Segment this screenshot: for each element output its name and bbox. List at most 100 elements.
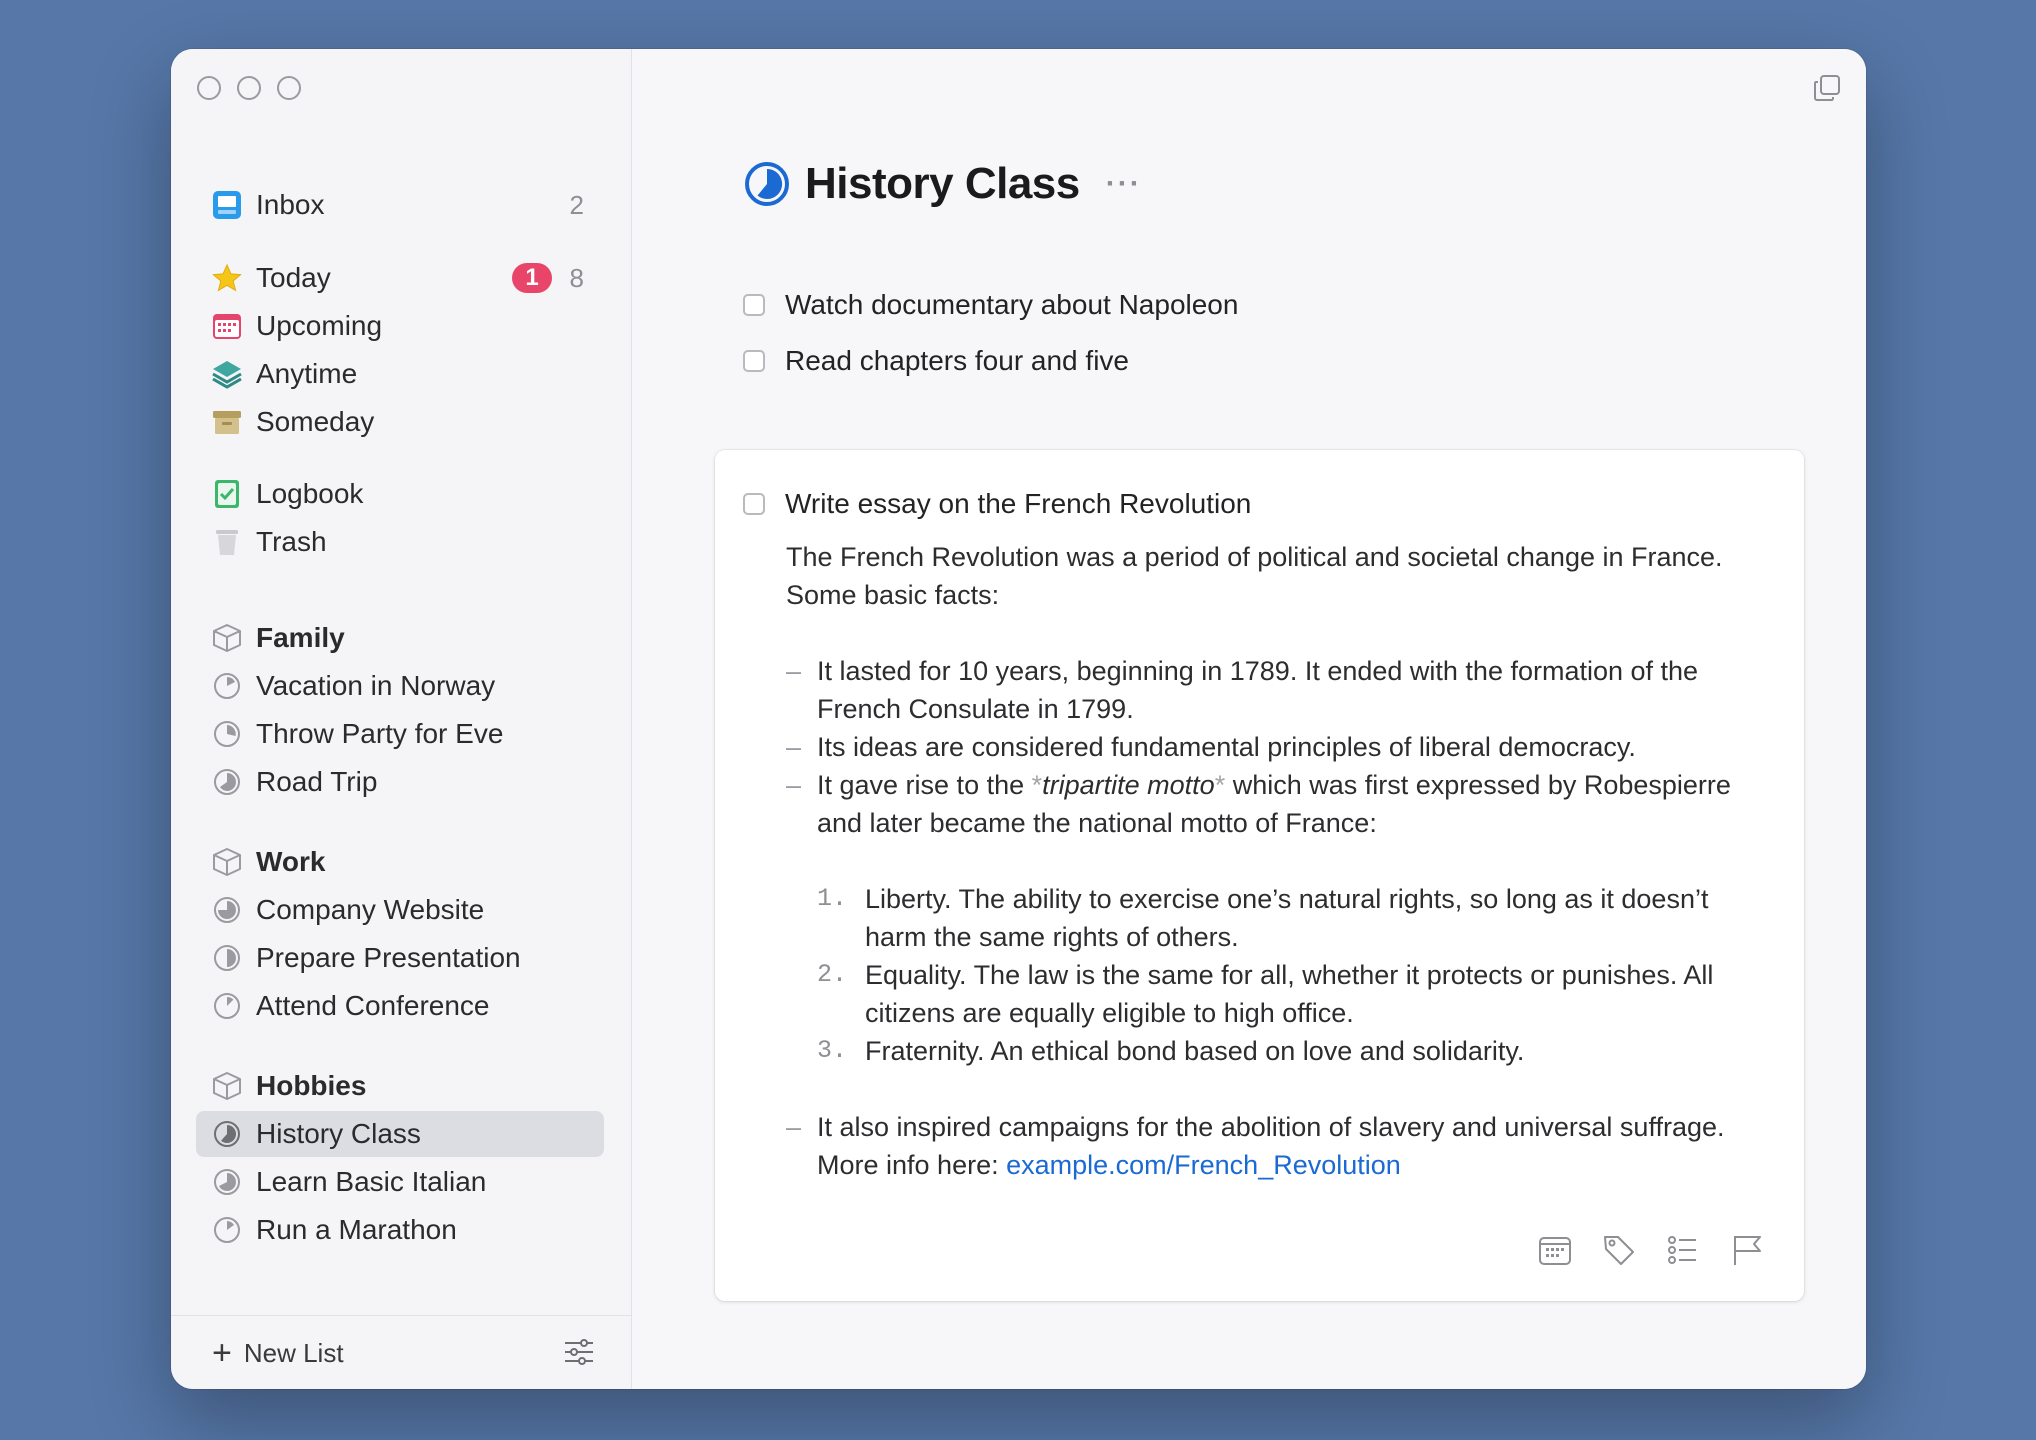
sidebar-item-label: Road Trip [256,766,378,797]
area-cube-icon [212,623,242,653]
sidebar-item-inbox[interactable]: Inbox 2 [196,182,604,228]
sidebar-item-someday[interactable]: Someday [196,399,604,445]
sidebar-item-label: Trash [256,526,327,557]
inbox-count: 2 [569,189,584,220]
close-window-button[interactable] [197,76,221,100]
sidebar-item-upcoming[interactable]: Upcoming [196,303,604,349]
app-window: Inbox 2 Today 1 8 Upcoming Anytime Somed… [171,49,1866,1389]
flag-icon[interactable] [1730,1233,1764,1267]
sidebar-item-label: Company Website [256,894,485,925]
sidebar-area-work[interactable]: Work [196,839,604,885]
notes-link[interactable]: example.com/French_Revolution [1006,1150,1401,1180]
todo-title: Read chapters four and five [785,345,1129,376]
zoom-window-button[interactable] [277,76,301,100]
todo-item[interactable]: Watch documentary about Napoleon [743,289,1238,321]
list-item: 1. Liberty. The ability to exercise one’… [817,884,1709,952]
todo-checkbox[interactable] [743,493,765,515]
area-cube-icon [212,1071,242,1101]
calendar-icon[interactable] [1538,1233,1572,1267]
sidebar-project-prepare-presentation[interactable]: Prepare Presentation [196,935,604,981]
sidebar-item-label: Throw Party for Eve [256,718,504,749]
todo-notes[interactable]: The French Revolution was a period of po… [786,538,1766,1184]
checklist-icon[interactable] [1666,1233,1700,1267]
window-controls [197,76,301,100]
sidebar-item-label: Prepare Presentation [256,942,521,973]
project-progress-icon [743,160,791,208]
todo-checkbox[interactable] [743,294,765,316]
project-progress-icon [212,991,242,1021]
numbered-list: 1. Liberty. The ability to exercise one’… [786,880,1766,1070]
area-label: Hobbies [256,1070,367,1101]
sidebar-item-label: Vacation in Norway [256,670,496,701]
sidebar-item-label: Someday [256,406,375,437]
sidebar-item-logbook[interactable]: Logbook [196,471,604,517]
sidebar-item-label: Logbook [256,478,364,509]
todo-toolbar [1538,1233,1764,1267]
sidebar: Inbox 2 Today 1 8 Upcoming Anytime Somed… [171,49,632,1389]
notes-bullet: – It also inspired campaigns for the abo… [786,1112,1725,1180]
sidebar-item-label: Learn Basic Italian [256,1166,487,1197]
minimize-window-button[interactable] [237,76,261,100]
project-progress-icon [212,1167,242,1197]
today-overdue-badge: 1 [512,263,552,293]
inbox-icon [212,190,242,220]
todo-item[interactable]: Write essay on the French Revolution [743,488,1251,520]
project-progress-icon [212,671,242,701]
project-progress-icon [212,895,242,925]
sidebar-project-attend-conference[interactable]: Attend Conference [196,983,604,1029]
sidebar-item-trash[interactable]: Trash [196,519,604,565]
sidebar-item-label: Attend Conference [256,990,490,1021]
archive-box-icon [212,407,242,437]
sidebar-project-throw-party-for-eve[interactable]: Throw Party for Eve [196,711,604,757]
sidebar-item-anytime[interactable]: Anytime [196,351,604,397]
today-count: 8 [569,262,584,293]
todo-item[interactable]: Read chapters four and five [743,345,1129,377]
tag-icon[interactable] [1602,1233,1636,1267]
main-content: History Class ··· Watch documentary abou… [633,49,1866,1389]
sidebar-project-history-class[interactable]: History Class [196,1111,604,1157]
sidebar-item-today[interactable]: Today 1 8 [196,255,604,301]
sidebar-footer: + New List [171,1315,631,1389]
expanded-todo-card: Write essay on the French Revolution The… [715,450,1804,1301]
list-item: 3. Fraternity. An ethical bond based on … [817,1036,1525,1066]
sidebar-item-label: Today [256,262,331,293]
sidebar-item-label: History Class [256,1118,421,1149]
italic-text: tripartite motto [1042,770,1215,800]
notes-intro: The French Revolution was a period of po… [786,542,1723,610]
notes-bullet: – Its ideas are considered fundamental p… [786,732,1636,762]
sidebar-project-vacation-in-norway[interactable]: Vacation in Norway [196,663,604,709]
sidebar-area-hobbies[interactable]: Hobbies [196,1063,604,1109]
project-progress-icon [212,1215,242,1245]
calendar-icon [212,311,242,341]
todo-title[interactable]: Write essay on the French Revolution [785,488,1251,520]
duplicate-window-icon[interactable] [1812,73,1842,103]
notes-bullet: – It gave rise to the *tripartite motto*… [786,770,1731,838]
todo-checkbox[interactable] [743,350,765,372]
sidebar-item-label: Upcoming [256,310,383,341]
project-header: History Class ··· [743,159,1142,209]
sidebar-item-label: Run a Marathon [256,1214,457,1245]
area-cube-icon [212,847,242,877]
more-options-button[interactable]: ··· [1106,167,1142,201]
sidebar-project-learn-basic-italian[interactable]: Learn Basic Italian [196,1159,604,1205]
new-list-button[interactable]: + New List [212,1336,344,1370]
sidebar-project-road-trip[interactable]: Road Trip [196,759,604,805]
notes-bullet: – It lasted for 10 years, beginning in 1… [786,656,1699,724]
project-progress-icon [212,767,242,797]
project-progress-icon [212,719,242,749]
sidebar-project-run-a-marathon[interactable]: Run a Marathon [196,1207,604,1253]
sidebar-project-company-website[interactable]: Company Website [196,887,604,933]
todo-title: Watch documentary about Napoleon [785,289,1239,320]
sidebar-area-family[interactable]: Family [196,615,604,661]
filter-settings-icon[interactable] [563,1336,595,1368]
new-list-label: New List [243,1337,344,1368]
page-title: History Class [805,159,1080,208]
logbook-icon [212,479,242,509]
project-progress-icon [212,1119,242,1149]
plus-icon: + [212,1334,232,1372]
trash-icon [212,527,242,557]
project-progress-icon [212,943,242,973]
sidebar-item-label: Anytime [256,358,358,389]
layers-icon [212,359,242,389]
star-icon [212,263,242,293]
